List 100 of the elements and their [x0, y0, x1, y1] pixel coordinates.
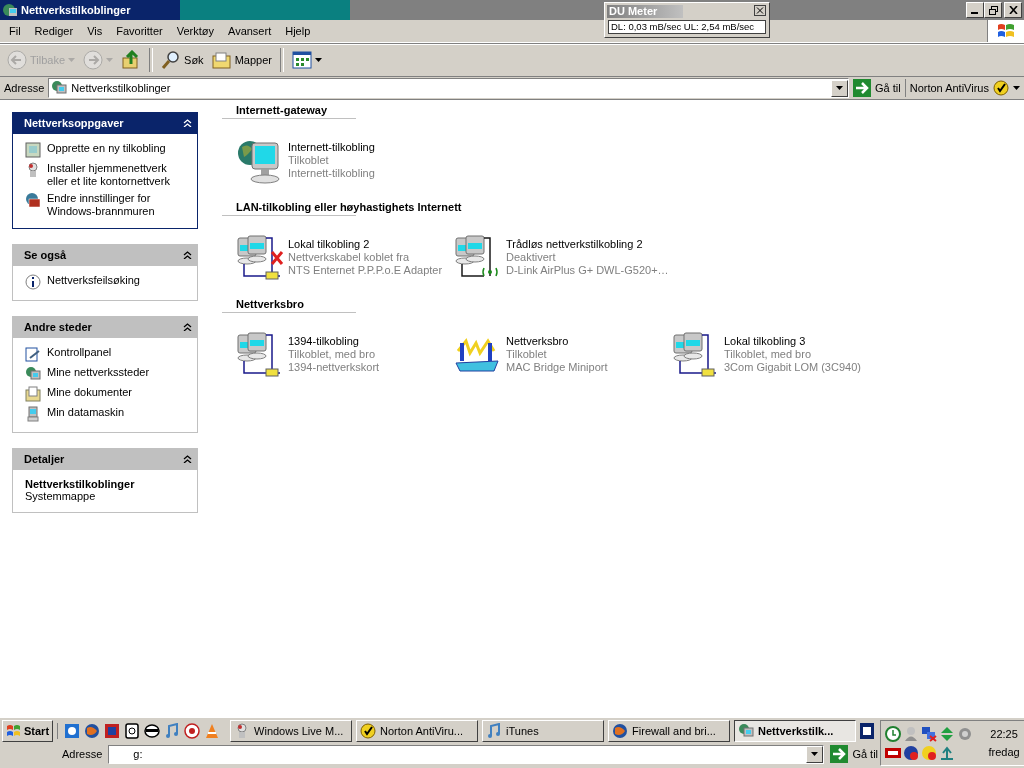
connection-status: Tilkoblet: [288, 154, 330, 167]
connection-name[interactable]: 1394-tilkobling: [288, 335, 380, 348]
connection-device: NTS Enternet P.P.P.o.E Adapter: [288, 264, 443, 277]
clock-day: fredag: [988, 746, 1020, 758]
task-link[interactable]: Mine dokumenter: [47, 386, 132, 399]
meter-reading: DL: 0,03 mB/sec UL: 2,54 mB/sec: [608, 20, 766, 34]
group-heading: Internett-gateway: [236, 104, 328, 116]
menu-item[interactable]: Vis: [80, 25, 110, 37]
connection-device: D-Link AirPlus G+ DWL-G520+…: [506, 264, 669, 277]
network-places-icon: [51, 80, 68, 96]
dropdown-arrow-icon[interactable]: [314, 58, 322, 62]
address-label: Adresse: [4, 82, 45, 94]
app-icon[interactable]: [860, 722, 875, 739]
minimize-button[interactable]: [966, 2, 984, 18]
clock-time: 22:25: [990, 728, 1018, 740]
details-subtitle: Systemmappe: [25, 490, 97, 502]
close-button[interactable]: [1004, 2, 1022, 18]
taskbar-button[interactable]: Nettverkstilk...: [734, 719, 857, 742]
search-button[interactable]: Søk: [158, 48, 207, 72]
collapse-chevron-icon[interactable]: [183, 455, 192, 463]
documents-icon: [25, 386, 41, 402]
dropdown-button[interactable]: [806, 745, 824, 763]
menu-item[interactable]: Favoritter: [109, 25, 170, 37]
windows-logo: [996, 22, 1016, 40]
restore-icon: [988, 5, 998, 15]
panel-header[interactable]: Andre steder: [12, 316, 198, 338]
taskbar-button[interactable]: Windows Live M...: [230, 719, 353, 742]
task-link[interactable]: Kontrollpanel: [47, 346, 112, 359]
connection-status: Tilkoblet, med bro: [288, 348, 377, 361]
task-link[interactable]: Endre innstillinger for Windows-brannmuren: [47, 192, 189, 218]
panel-header[interactable]: Nettverksoppgaver: [12, 112, 198, 134]
home-network-icon: [25, 162, 41, 178]
menu-item[interactable]: Fil: [2, 25, 28, 37]
task-link[interactable]: Nettverksfeilsøking: [47, 274, 140, 287]
menu-item[interactable]: Rediger: [27, 25, 81, 37]
go-button[interactable]: Gå til: [853, 79, 906, 97]
group-heading: LAN-tilkobling eller høyhastighets Internett: [236, 201, 462, 213]
panel-header[interactable]: Detaljer: [12, 448, 198, 470]
antenna-icon[interactable]: [939, 744, 956, 761]
windows-logo-icon: [6, 723, 22, 738]
checkmark-icon: [993, 80, 1009, 96]
antivirus-button[interactable]: Norton AntiVirus: [909, 80, 1020, 96]
menu-item[interactable]: Avansert: [221, 25, 279, 37]
views-icon: [291, 50, 312, 70]
task-link[interactable]: Opprette en ny tilkobling: [47, 142, 166, 155]
helmet-icon[interactable]: [144, 722, 161, 739]
taskbar-button[interactable]: Norton AntiViru...: [356, 719, 479, 742]
go-button[interactable]: Gå til: [830, 745, 879, 763]
connection-status: Nettverkskabel koblet fra: [288, 251, 411, 264]
dropdown-arrow-icon[interactable]: [1013, 86, 1020, 90]
restore-button[interactable]: [984, 2, 1002, 18]
search-icon: [161, 50, 182, 70]
connection-name[interactable]: Nettverksbro: [506, 335, 608, 348]
network-error-icon[interactable]: [921, 725, 938, 742]
task-link[interactable]: Min datamaskin: [47, 406, 125, 419]
browser-icon[interactable]: [64, 722, 81, 739]
connection-status: Tilkoblet, med bro: [724, 348, 813, 361]
caret-icon: [811, 752, 819, 756]
connection-name[interactable]: Lokal tilkobling 3: [724, 335, 861, 348]
go-arrow-icon: [853, 79, 871, 97]
task-link[interactable]: Installer hjemmenettverk eller et lite kontornettverk: [47, 162, 189, 188]
network-places-icon: [25, 366, 41, 382]
clock-icon[interactable]: [885, 725, 902, 742]
start-button[interactable]: Start: [2, 719, 54, 742]
connection-name[interactable]: Internett-tilkobling: [288, 141, 375, 154]
go-arrow-icon: [830, 745, 849, 763]
close-icon[interactable]: [754, 5, 766, 16]
cone-icon[interactable]: [204, 722, 221, 739]
menu-item[interactable]: Hjelp: [278, 25, 318, 37]
folders-icon: [211, 50, 232, 70]
window-title: Nettverkstilkoblinger: [21, 4, 131, 16]
address-field[interactable]: Nettverkstilkoblinger: [48, 78, 849, 98]
taskbar-button[interactable]: iTunes: [482, 719, 605, 742]
dropdown-button[interactable]: [831, 79, 848, 97]
task-link[interactable]: Mine nettverkssteder: [47, 366, 150, 379]
taskbar-button[interactable]: Firewall and bri...: [608, 719, 731, 742]
address-field[interactable]: g:: [108, 744, 825, 764]
caret-icon: [836, 86, 843, 90]
connection-name[interactable]: Trådløs nettverkstilkobling 2: [506, 238, 669, 251]
connection-device: MAC Bridge Miniport: [506, 361, 608, 374]
connection-status: Tilkoblet: [506, 348, 548, 361]
disconnected-network-icon[interactable]: [236, 234, 284, 282]
folders-button[interactable]: Mapper: [208, 48, 275, 72]
connection-name[interactable]: Lokal tilkobling 2: [288, 238, 443, 251]
collapse-chevron-icon[interactable]: [183, 323, 192, 331]
app-icon[interactable]: [104, 722, 121, 739]
connection-device: Internett-tilkobling: [288, 167, 375, 180]
firewall-icon: [25, 192, 41, 208]
media-icon[interactable]: [124, 722, 141, 739]
connection-status: Deaktivert: [506, 251, 557, 264]
meter-title: DU Meter: [607, 5, 683, 18]
collapse-chevron-icon[interactable]: [183, 251, 192, 259]
connection-device: 3Com Gigabit LOM (3C940): [724, 361, 861, 374]
computer-icon: [25, 406, 41, 422]
control-panel-icon: [25, 346, 41, 362]
network-connections-icon: [2, 2, 18, 18]
group-heading: Nettverksbro: [236, 298, 304, 310]
menu-item[interactable]: Verktøy: [169, 25, 221, 37]
target-icon[interactable]: [184, 722, 201, 739]
panel-header[interactable]: Se også: [12, 244, 198, 266]
